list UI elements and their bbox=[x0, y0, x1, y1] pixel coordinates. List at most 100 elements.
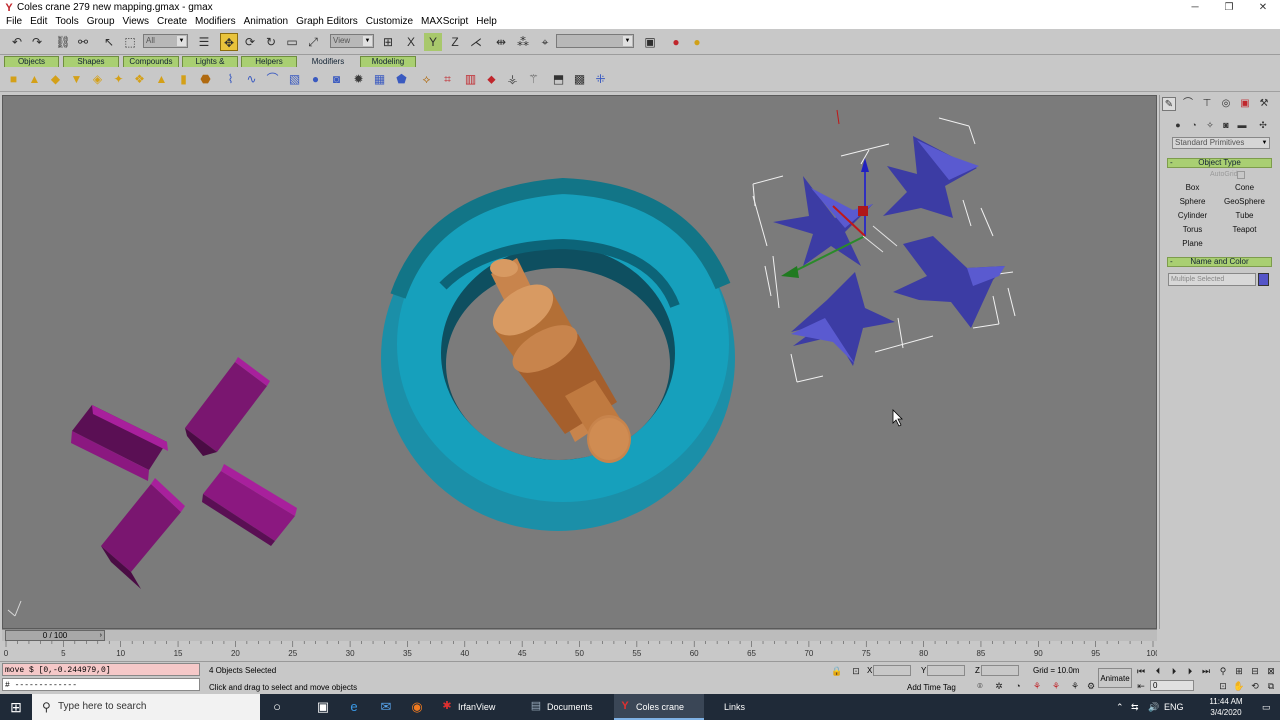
utilities-panel-icon[interactable]: ⚒ bbox=[1257, 97, 1271, 111]
unlink-icon[interactable]: ⚯ bbox=[74, 33, 92, 51]
sphere-primitive-icon[interactable]: ◆ bbox=[47, 71, 64, 88]
minimize-button[interactable]: ─ bbox=[1178, 0, 1212, 15]
undo-icon[interactable]: ↶ bbox=[8, 33, 26, 51]
snap-toggle-icon[interactable]: ⌾ bbox=[973, 680, 987, 692]
pan-icon[interactable]: ✋ bbox=[1232, 680, 1246, 692]
align-icon[interactable]: ⌖ bbox=[536, 33, 554, 51]
grid-helper-icon[interactable]: ▦ bbox=[371, 71, 388, 88]
point-helper-icon[interactable]: ⬟ bbox=[393, 71, 410, 88]
hedra-primitive-icon[interactable]: ⬣ bbox=[197, 71, 214, 88]
menu-animation[interactable]: Animation bbox=[240, 15, 292, 29]
angle-snap-icon[interactable]: ✲ bbox=[992, 680, 1006, 692]
object-color-swatch[interactable] bbox=[1258, 273, 1269, 286]
geometry-category-icon[interactable]: ● bbox=[1172, 119, 1184, 131]
tab-helpers[interactable]: Helpers bbox=[241, 56, 297, 67]
move-icon[interactable]: ✥ bbox=[220, 33, 238, 51]
select-region-icon[interactable]: ⬚ bbox=[121, 33, 139, 51]
spacewarps-category-icon[interactable]: ✣ bbox=[1257, 119, 1269, 131]
cameras-category-icon[interactable]: ◙ bbox=[1220, 119, 1232, 131]
primitive-type-select[interactable]: Standard Primitives ▼ bbox=[1172, 137, 1270, 149]
time-slider[interactable]: 0 / 100 › bbox=[2, 629, 1157, 641]
pyramid-primitive-icon[interactable]: ▲ bbox=[153, 71, 170, 88]
camera-icon[interactable]: ◙ bbox=[328, 71, 345, 88]
magenta-blocks[interactable] bbox=[71, 357, 297, 589]
mirror-icon[interactable]: ⇹ bbox=[492, 33, 510, 51]
tube-primitive-icon[interactable]: ◈ bbox=[89, 71, 106, 88]
shapes-category-icon[interactable]: ◔ bbox=[1188, 119, 1200, 131]
tab-compounds[interactable]: Compounds bbox=[123, 56, 179, 67]
modifier-bend-icon[interactable]: ⟡ bbox=[418, 71, 435, 88]
volume-icon[interactable]: 🔊 bbox=[1148, 694, 1159, 720]
name-color-rollout[interactable]: - Name and Color bbox=[1167, 257, 1272, 267]
scale-icon[interactable]: ▭ bbox=[283, 33, 301, 51]
menu-customize[interactable]: Customize bbox=[362, 15, 417, 29]
close-button[interactable]: ✕ bbox=[1246, 0, 1280, 15]
select-icon[interactable]: ↖ bbox=[100, 33, 118, 51]
helpers-category-icon[interactable]: ▬ bbox=[1236, 119, 1248, 131]
arc-rotate-icon[interactable]: ⟲ bbox=[1248, 680, 1262, 692]
blue-cross-object[interactable] bbox=[752, 109, 1016, 383]
redo-icon[interactable]: ↷ bbox=[28, 33, 46, 51]
rotate-icon[interactable]: ⟳ bbox=[241, 33, 259, 51]
go-to-end-icon[interactable]: ⏭ bbox=[1199, 665, 1213, 677]
restrict-xy-icon[interactable]: ⋌ bbox=[467, 33, 485, 51]
manipulate-icon[interactable]: ⤢ bbox=[304, 33, 322, 51]
maxscript-input-line[interactable]: # ------------- bbox=[2, 678, 200, 691]
menu-graph-editors[interactable]: Graph Editors bbox=[292, 15, 362, 29]
geosphere-icon[interactable]: ● bbox=[307, 71, 324, 88]
restrict-z-icon[interactable]: Z bbox=[446, 33, 464, 51]
cone-primitive-icon[interactable]: ▲ bbox=[26, 71, 43, 88]
menu-views[interactable]: Views bbox=[119, 15, 154, 29]
spline-arc-icon[interactable]: ⌒ bbox=[264, 71, 281, 88]
teapot-button[interactable]: Teapot bbox=[1219, 223, 1270, 236]
next-frame-icon[interactable]: ⏵ bbox=[1183, 665, 1197, 677]
render-icon[interactable]: ● bbox=[667, 33, 685, 51]
menu-create[interactable]: Create bbox=[153, 15, 191, 29]
firefox-icon[interactable]: ◉ bbox=[408, 698, 426, 716]
notifications-icon[interactable]: ▭ bbox=[1262, 694, 1271, 720]
zoom-extents-icon[interactable]: ⊟ bbox=[1248, 665, 1262, 677]
z-coordinate-field[interactable] bbox=[981, 665, 1019, 676]
link-icon[interactable]: ⛓ bbox=[54, 33, 72, 51]
torus-button[interactable]: Torus bbox=[1167, 223, 1218, 236]
sphere-button[interactable]: Sphere bbox=[1167, 195, 1218, 208]
pivot-snap-icon[interactable]: ⚙ bbox=[1084, 680, 1098, 692]
modifier-taper-icon[interactable]: ⚶ bbox=[504, 71, 521, 88]
maxscript-listener-line[interactable]: move $ [0,-0.244979,0] bbox=[2, 663, 200, 676]
links-toolbar[interactable]: Links bbox=[724, 694, 745, 720]
spinner-snap-icon[interactable]: ⚘ bbox=[1030, 680, 1044, 692]
field-of-view-icon[interactable]: ⊡ bbox=[1216, 680, 1230, 692]
taskbar-app-irfanview[interactable]: ✱ IrfanView bbox=[436, 694, 520, 720]
store-icon[interactable]: ▣ bbox=[314, 698, 332, 716]
absolute-mode-icon[interactable]: ⊡ bbox=[849, 665, 863, 677]
lock-selection-icon[interactable]: 🔒 bbox=[830, 665, 844, 677]
compound-boolean-icon[interactable]: ▧ bbox=[286, 71, 303, 88]
modifier-lattice-icon[interactable]: ⌗ bbox=[439, 71, 456, 88]
cylinder-primitive-icon[interactable]: ▼ bbox=[68, 71, 85, 88]
teapot-primitive-icon[interactable]: ❖ bbox=[131, 71, 148, 88]
taskbar-app-documents[interactable]: ▤ Documents bbox=[525, 694, 609, 720]
zoom-icon[interactable]: ⚲ bbox=[1216, 665, 1230, 677]
quick-render-icon[interactable]: ● bbox=[688, 33, 706, 51]
menu-help[interactable]: Help bbox=[472, 15, 501, 29]
menu-modifiers[interactable]: Modifiers bbox=[191, 15, 240, 29]
x-coordinate-field[interactable] bbox=[873, 665, 911, 676]
cone-button[interactable]: Cone bbox=[1219, 181, 1270, 194]
motion-panel-icon[interactable]: ◎ bbox=[1219, 97, 1233, 111]
modifier-uvw-icon[interactable]: ⬒ bbox=[550, 71, 567, 88]
zoom-all-icon[interactable]: ⊞ bbox=[1232, 665, 1246, 677]
windows-start-icon[interactable]: ⊞ bbox=[0, 694, 32, 720]
plane-primitive-icon[interactable]: ▮ bbox=[175, 71, 192, 88]
taskbar-app-gmax[interactable]: Y Coles crane 27... bbox=[614, 694, 704, 720]
key-mode-toggle-icon[interactable]: ⇤ bbox=[1134, 680, 1148, 692]
taskbar-search-box[interactable]: ⚲ Type here to search bbox=[32, 694, 260, 720]
track-bar[interactable]: 0 5 10 15 20 25 30 35 40 45 50 55 60 65 70 75 80 85 90 95 10… bbox=[2, 641, 1157, 661]
material-editor-icon[interactable]: ▣ bbox=[641, 33, 659, 51]
tray-chevron-up-icon[interactable]: ⌃ bbox=[1116, 694, 1124, 720]
time-config-icon[interactable]: ⚘ bbox=[1068, 680, 1082, 692]
menu-group[interactable]: Group bbox=[83, 15, 119, 29]
object-type-rollout[interactable]: - Object Type bbox=[1167, 158, 1272, 168]
box-primitive-icon[interactable]: ■ bbox=[5, 71, 22, 88]
restrict-y-icon[interactable]: Y bbox=[424, 33, 442, 51]
array-icon[interactable]: ⁂ bbox=[514, 33, 532, 51]
